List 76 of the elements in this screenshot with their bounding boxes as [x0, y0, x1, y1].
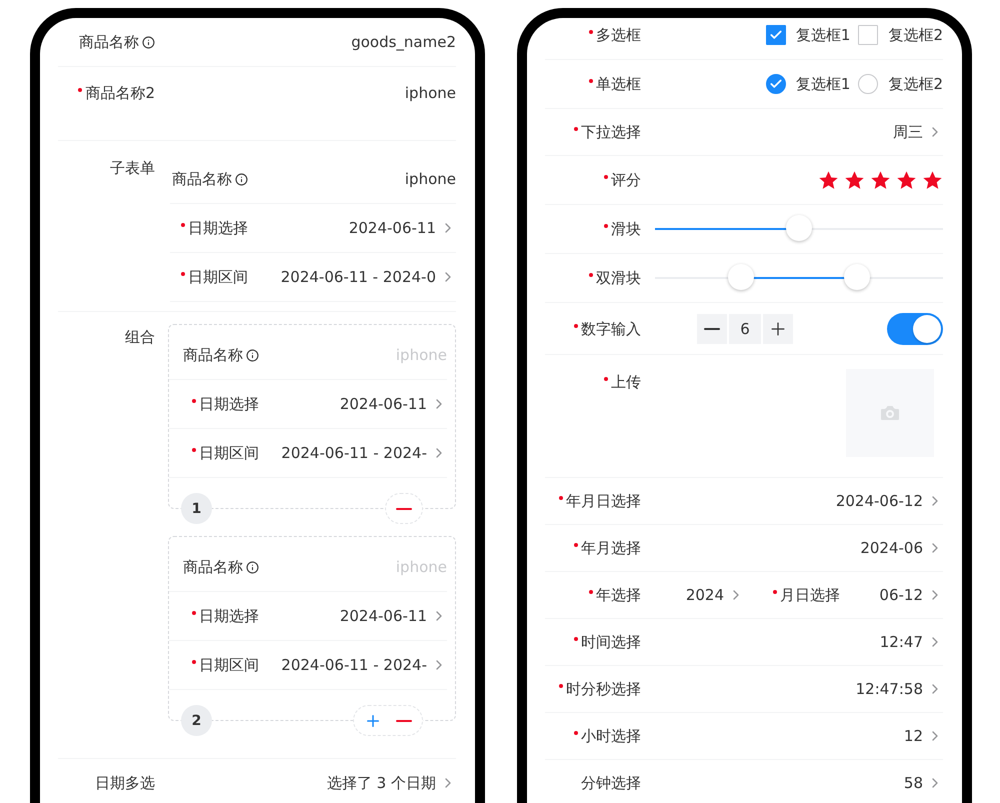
field-label: 单选框: [596, 74, 641, 95]
increase-button[interactable]: [763, 314, 793, 344]
field-label: 年选择: [596, 585, 641, 606]
field-label: 上传: [611, 372, 641, 393]
value-text[interactable]: 58: [641, 772, 923, 794]
minus-icon: [396, 720, 412, 722]
value-text[interactable]: 2024-06-11 - 2024-0: [248, 266, 436, 288]
check-icon: [768, 77, 783, 91]
field-label: 时分秒选择: [566, 679, 641, 700]
star-icon[interactable]: [896, 170, 917, 190]
minus-icon: [396, 508, 412, 510]
checkbox[interactable]: [766, 25, 786, 45]
number-input[interactable]: 6: [729, 314, 761, 344]
value-text[interactable]: 12: [641, 725, 923, 747]
field-label: 月日选择: [780, 585, 840, 606]
value-text[interactable]: 2024-06-12: [641, 490, 923, 512]
slider-thumb[interactable]: [728, 264, 754, 290]
field-label: 小时选择: [581, 726, 641, 747]
field-label: 多选框: [596, 25, 641, 46]
value-text[interactable]: 2024-06-11: [259, 605, 427, 627]
field-label: 子表单: [110, 158, 155, 179]
decrease-button[interactable]: [697, 314, 727, 344]
value-text[interactable]: 2024-06-11: [248, 217, 436, 239]
value-text[interactable]: 2024-06: [641, 537, 923, 559]
toggle-switch[interactable]: [887, 312, 943, 344]
value-text[interactable]: iphone: [248, 168, 456, 190]
option-label: 复选框2: [888, 74, 943, 94]
value-text[interactable]: 周三: [641, 121, 923, 143]
minus-icon: [704, 328, 720, 330]
slider-thumb[interactable]: [786, 215, 812, 241]
field-label: 年月日选择: [566, 491, 641, 512]
field-label: 日期区间: [188, 267, 248, 288]
radio-button[interactable]: [858, 74, 878, 94]
field-label: 商品名称: [172, 169, 232, 190]
field-label: 滑块: [611, 219, 641, 240]
field-label: 商品名称: [183, 345, 243, 366]
index-badge: 2: [181, 705, 212, 736]
star-icon[interactable]: [922, 170, 943, 190]
checkbox[interactable]: [858, 25, 878, 45]
star-icon[interactable]: [818, 170, 839, 190]
slider-thumb[interactable]: [844, 264, 870, 290]
value-text[interactable]: 选择了 3 个日期: [155, 772, 436, 794]
field-label: 时间选择: [581, 632, 641, 653]
value-text[interactable]: 12:47:58: [641, 678, 923, 700]
value-text[interactable]: 06-12: [840, 584, 923, 606]
value-text[interactable]: 2024-06-11 - 2024-: [259, 442, 427, 464]
check-icon: [768, 28, 783, 42]
field-label: 下拉选择: [581, 122, 641, 143]
field-label: 日期区间: [199, 655, 259, 676]
field-label: 日期选择: [199, 394, 259, 415]
star-icon[interactable]: [844, 170, 865, 190]
field-label: 商品名称2: [85, 83, 155, 104]
radio-button[interactable]: [766, 74, 786, 94]
field-label: 日期选择: [188, 218, 248, 239]
star-icon[interactable]: [870, 170, 891, 190]
field-label: 分钟选择: [581, 773, 641, 794]
field-label: 商品名称: [183, 557, 243, 578]
field-label: 日期区间: [199, 443, 259, 464]
field-label: 年月选择: [581, 538, 641, 559]
option-label: 复选框1: [796, 26, 850, 44]
field-label: 日期多选: [95, 773, 155, 794]
field-label: 日期选择: [199, 606, 259, 627]
value-text[interactable]: goods_name2: [155, 31, 456, 53]
value-text[interactable]: 2024-06-11: [259, 393, 427, 415]
field-label: 组合: [125, 327, 155, 348]
option-label: 复选框2: [888, 26, 943, 44]
value-text[interactable]: 12:47: [641, 631, 923, 653]
field-label: 双滑块: [596, 268, 641, 289]
index-badge: 1: [181, 493, 212, 524]
field-label: 商品名称: [79, 32, 139, 53]
field-label: 评分: [611, 170, 641, 191]
option-label: 复选框1: [796, 74, 850, 94]
value-text[interactable]: iphone: [155, 67, 456, 104]
field-label: 数字输入: [581, 318, 641, 340]
value-text[interactable]: 2024: [641, 584, 724, 606]
value-text[interactable]: 2024-06-11 - 2024-: [259, 654, 427, 676]
